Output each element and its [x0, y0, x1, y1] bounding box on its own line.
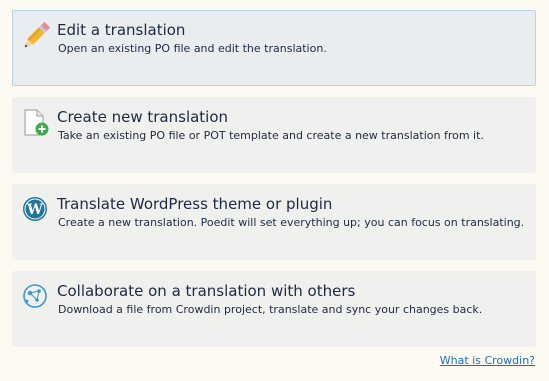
pencil-icon	[21, 21, 51, 51]
what-is-crowdin-link[interactable]: What is Crowdin?	[440, 354, 535, 367]
collaborate-crowdin-option[interactable]: Collaborate on a translation with others…	[12, 271, 536, 347]
new-file-plus-icon	[21, 108, 51, 138]
edit-translation-option[interactable]: Edit a translation Open an existing PO f…	[12, 10, 536, 86]
option-description: Download a file from Crowdin project, tr…	[58, 303, 483, 316]
option-description: Take an existing PO file or POT template…	[58, 129, 484, 142]
option-title: Edit a translation	[57, 21, 186, 39]
crowdin-icon	[21, 282, 51, 312]
create-new-translation-option[interactable]: Create new translation Take an existing …	[12, 97, 536, 173]
translate-wordpress-option[interactable]: W Translate WordPress theme or plugin Cr…	[12, 184, 536, 260]
svg-text:W: W	[26, 202, 43, 218]
option-title: Create new translation	[57, 108, 229, 126]
option-title: Translate WordPress theme or plugin	[57, 195, 333, 213]
option-description: Open an existing PO file and edit the tr…	[58, 42, 327, 55]
wordpress-icon: W	[21, 195, 51, 225]
option-description: Create a new translation. Poedit will se…	[58, 216, 525, 229]
option-title: Collaborate on a translation with others	[57, 282, 356, 300]
